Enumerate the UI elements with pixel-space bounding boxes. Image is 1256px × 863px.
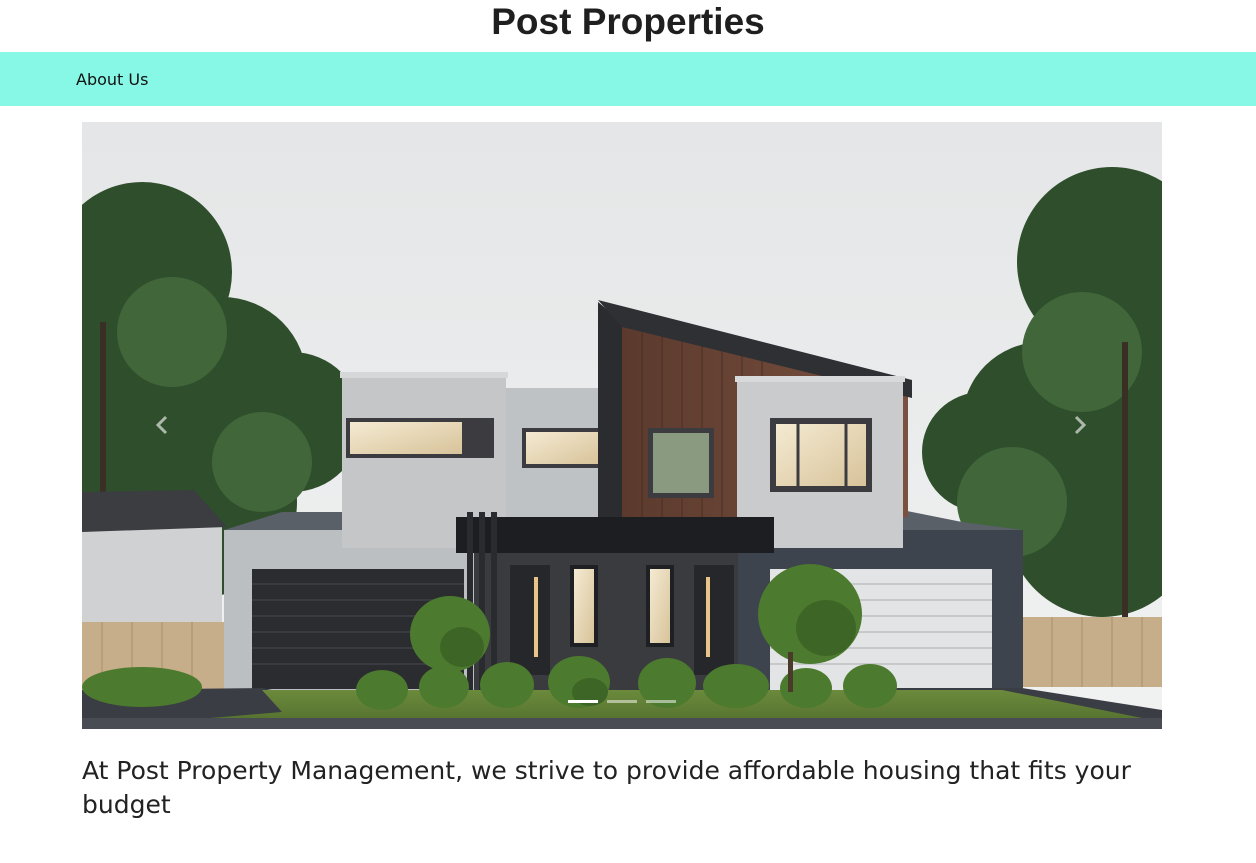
- chevron-left-icon: [155, 415, 168, 435]
- carousel-prev-button[interactable]: [146, 408, 180, 442]
- site-title: Post Properties: [491, 1, 765, 42]
- carousel-next-button[interactable]: [1062, 408, 1096, 442]
- carousel-indicator-1[interactable]: [567, 700, 598, 703]
- main-navbar: Us About Us: [0, 52, 1256, 106]
- carousel-indicators: [82, 700, 1162, 706]
- nav-link-about-us[interactable]: About Us: [76, 70, 148, 89]
- site-header: Post Properties: [0, 0, 1256, 52]
- carousel-indicator-2[interactable]: [607, 700, 637, 703]
- chevron-right-icon: [1074, 415, 1087, 435]
- hero-carousel: [82, 122, 1162, 729]
- carousel-indicator-3[interactable]: [646, 700, 677, 703]
- house-photo: [82, 122, 1162, 729]
- tagline: At Post Property Management, we strive t…: [82, 756, 1131, 819]
